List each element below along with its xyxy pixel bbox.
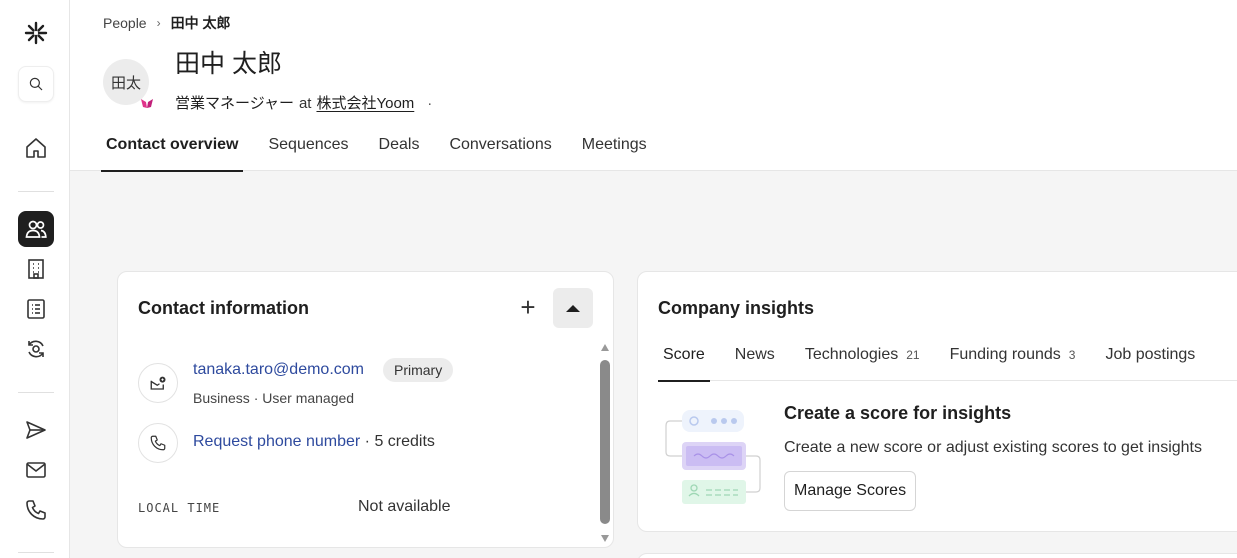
at-label: at [298, 95, 312, 112]
left-rail [0, 0, 70, 558]
primary-badge: Primary [383, 358, 454, 382]
tab-label: Job postings [1105, 346, 1196, 363]
tab-deals[interactable]: Deals [374, 126, 425, 171]
mail-icon[interactable] [18, 452, 54, 488]
rail-divider [18, 392, 54, 393]
tab-count: 21 [906, 348, 920, 362]
score-illustration-icon [665, 410, 761, 504]
tab-label: News [734, 346, 775, 363]
rail-divider [18, 552, 54, 553]
chevron-up-icon [566, 305, 580, 312]
contact-information-card: Contact information + tanaka.taro@demo.c… [117, 271, 614, 548]
scrollbar[interactable] [600, 344, 610, 542]
tab-conversations[interactable]: Conversations [444, 126, 556, 171]
tab-score[interactable]: Score [658, 336, 710, 382]
collapse-button[interactable] [553, 288, 593, 328]
tab-meetings[interactable]: Meetings [577, 126, 652, 171]
email-link[interactable]: tanaka.taro@demo.com [193, 361, 364, 379]
more-menu[interactable]: · [427, 95, 432, 112]
rail-divider [18, 191, 54, 192]
person-subtitle: 営業マネージャー at 株式会社Yoom · [175, 92, 432, 113]
logo-icon[interactable] [18, 15, 54, 51]
people-icon[interactable] [18, 211, 54, 247]
tab-label: Technologies [804, 346, 899, 363]
list-icon[interactable] [18, 291, 54, 327]
tab-news[interactable]: News [730, 336, 780, 381]
tab-job-postings[interactable]: Job postings [1100, 336, 1200, 381]
scroll-down-arrow-icon[interactable] [601, 535, 609, 542]
scrollbar-thumb[interactable] [600, 360, 610, 524]
tab-technologies[interactable]: Technologies 21 [800, 336, 925, 381]
phone-icon[interactable] [18, 492, 54, 528]
breadcrumb: People › 田中 太郎 [103, 13, 230, 33]
breadcrumb-people-link[interactable]: People [103, 15, 147, 31]
card-title: Contact information [138, 298, 309, 318]
card-title: Company insights [658, 298, 815, 318]
add-button[interactable]: + [515, 294, 541, 320]
chevron-right-icon: › [156, 16, 161, 30]
next-card [637, 553, 1237, 558]
company-insights-card: Company insights Score News Technologies… [637, 271, 1237, 532]
tab-label: Funding rounds [949, 346, 1061, 363]
profile-tabs: Contact overview Sequences Deals Convers… [101, 126, 672, 172]
manage-scores-button[interactable]: Manage Scores [784, 471, 917, 511]
insights-heading: Create a score for insights [784, 403, 1012, 423]
page-title: 田中 太郎 [175, 50, 282, 78]
home-icon[interactable] [18, 130, 54, 166]
send-icon[interactable] [18, 412, 54, 448]
local-time-label: LOCAL TIME [138, 501, 221, 515]
tab-count: 3 [1068, 348, 1076, 362]
phone-credits: · 5 credits [360, 433, 435, 450]
insights-tabs: Score News Technologies 21 Funding rounds… [658, 336, 1237, 382]
tab-contact-overview[interactable]: Contact overview [101, 126, 244, 172]
job-title: 営業マネージャー [175, 95, 294, 112]
email-icon [138, 363, 178, 403]
insights-description: Create a new score or adjust existing sc… [784, 439, 1202, 456]
request-phone-link[interactable]: Request phone number [193, 433, 360, 450]
email-meta: Business · User managed [193, 390, 355, 406]
building-icon[interactable] [18, 251, 54, 287]
local-time-value: Not available [358, 498, 451, 515]
profile-header: People › 田中 太郎 田太 田中 太郎 営業マネージャー at 株式会社… [70, 0, 1237, 172]
search-icon[interactable] [18, 66, 54, 102]
company-link[interactable]: 株式会社Yoom [316, 92, 414, 113]
tab-funding-rounds[interactable]: Funding rounds 3 [945, 336, 1081, 381]
linkedin-sales-badge-icon [141, 99, 153, 108]
tab-sequences[interactable]: Sequences [263, 126, 353, 171]
breadcrumb-current: 田中 太郎 [170, 15, 231, 31]
phone-icon [138, 423, 178, 463]
tab-label: Score [663, 346, 705, 363]
request-phone-row: Request phone number · 5 credits [193, 433, 435, 451]
sync-icon[interactable] [18, 331, 54, 367]
scroll-up-arrow-icon[interactable] [601, 344, 609, 351]
